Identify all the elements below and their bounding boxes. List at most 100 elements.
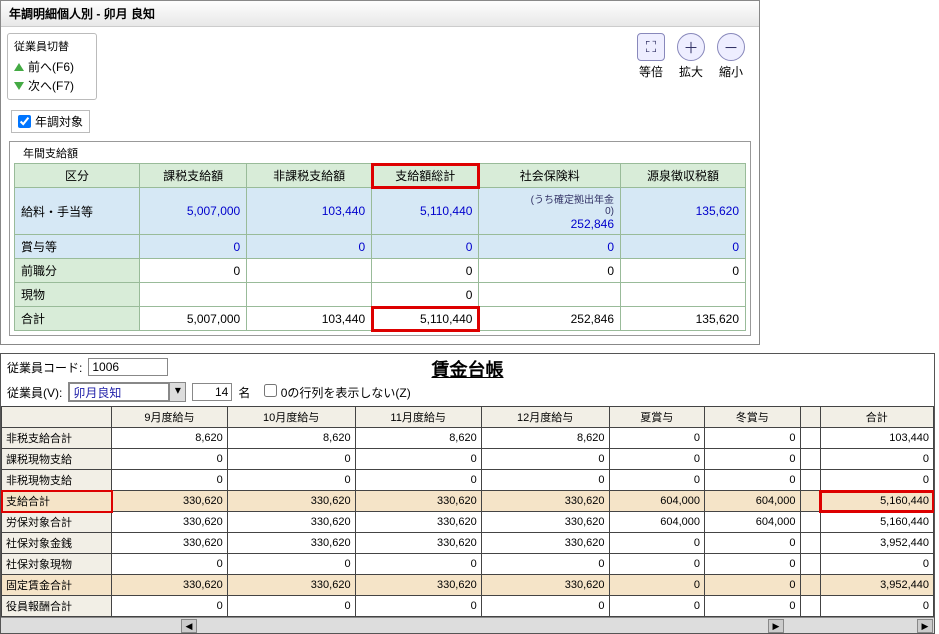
cell: 330,620: [227, 575, 355, 596]
col-header: 12月度給与: [481, 407, 609, 428]
cell: 0: [355, 449, 481, 470]
cell: [800, 449, 820, 470]
cell: 0: [481, 596, 609, 617]
cell: [800, 533, 820, 554]
cell: 0: [247, 235, 372, 259]
cell: 8,620: [227, 428, 355, 449]
col-header: 区分: [15, 164, 140, 188]
cell: 330,620: [481, 575, 609, 596]
cell: [800, 470, 820, 491]
cell: [621, 283, 746, 307]
cell: 0: [112, 596, 228, 617]
cell: 330,620: [227, 512, 355, 533]
col-header: 源泉徴収税額: [621, 164, 746, 188]
row-label: 支給合計: [2, 491, 112, 512]
col-header: 11月度給与: [355, 407, 481, 428]
next-label: 次へ(F7): [28, 77, 74, 94]
cell: 0: [609, 575, 705, 596]
cell: 0: [227, 596, 355, 617]
cell: [800, 575, 820, 596]
year-adj-checkbox-input[interactable]: [18, 115, 31, 128]
cell: 0: [227, 554, 355, 575]
cell: 0: [227, 449, 355, 470]
cell: 0: [481, 449, 609, 470]
cell: 0: [609, 428, 705, 449]
zoom-toolbar: ⛶ 等倍 ＋ 拡大 － 縮小: [637, 33, 753, 100]
zoom-in-button[interactable]: ＋ 拡大: [677, 33, 705, 100]
col-header: 支給額総計: [372, 164, 479, 188]
fieldset-title: 年間支給額: [20, 145, 81, 161]
row-label: 前職分: [15, 259, 140, 283]
zoom-out-label: 縮小: [717, 63, 745, 80]
employee-switch-box: 従業員切替 前へ(F6) 次へ(F7): [7, 33, 97, 100]
emp-code-label: 従業員コード:: [7, 359, 82, 376]
cell: [247, 259, 372, 283]
prev-employee-button[interactable]: 前へ(F6): [14, 57, 90, 76]
cell: 0: [372, 283, 479, 307]
cell: 0: [355, 554, 481, 575]
emp-code-input[interactable]: [88, 358, 168, 376]
cell: 252,846: [479, 307, 621, 331]
hide-zero-checkbox[interactable]: 0の行列を表示しない(Z): [264, 384, 410, 401]
cell: 0: [609, 470, 705, 491]
cell: 0: [705, 596, 801, 617]
row-label: 課税現物支給: [2, 449, 112, 470]
cell: 330,620: [355, 512, 481, 533]
fit-button[interactable]: ⛶ 等倍: [637, 33, 665, 100]
employee-combo[interactable]: ▾: [68, 382, 186, 402]
row-label: 非税支給合計: [2, 428, 112, 449]
cell: [800, 428, 820, 449]
cell: 8,620: [112, 428, 228, 449]
cell: [800, 491, 820, 512]
cell: 0: [820, 596, 934, 617]
fit-icon: ⛶: [637, 33, 665, 61]
next-employee-button[interactable]: 次へ(F7): [14, 76, 90, 95]
cell: 330,620: [355, 533, 481, 554]
annual-pay-fieldset: 年間支給額 区分課税支給額非課税支給額支給額総計社会保険料源泉徴収税額 給料・手…: [9, 141, 751, 336]
cell: 0: [609, 596, 705, 617]
chevron-down-icon[interactable]: ▾: [169, 383, 185, 401]
col-header: 夏賞与: [609, 407, 705, 428]
cell: 5,007,000: [139, 307, 246, 331]
cell: 0: [621, 235, 746, 259]
cell: 330,620: [355, 575, 481, 596]
corner: [2, 407, 112, 428]
cell: 0: [479, 259, 621, 283]
cell: 330,620: [481, 512, 609, 533]
row-label: 非税現物支給: [2, 470, 112, 491]
cell: 330,620: [481, 491, 609, 512]
cell: 0: [355, 596, 481, 617]
cell: 3,952,440: [820, 533, 934, 554]
cell: 0: [609, 554, 705, 575]
year-adj-checkbox[interactable]: 年調対象: [11, 110, 90, 133]
scroll-right2-icon[interactable]: ▶: [917, 619, 933, 633]
horizontal-scrollbar[interactable]: ◀ ▶ ▶: [1, 617, 934, 633]
col-header: 10月度給与: [227, 407, 355, 428]
ledger-scroll[interactable]: 9月度給与10月度給与11月度給与12月度給与夏賞与冬賞与合計 非税支給合計8,…: [1, 406, 934, 617]
cell: 0: [372, 259, 479, 283]
employee-combo-input[interactable]: [69, 383, 169, 401]
cell: [800, 512, 820, 533]
scroll-right-icon[interactable]: ▶: [768, 619, 784, 633]
hide-zero-checkbox-input[interactable]: [264, 384, 277, 397]
cell: 0: [705, 449, 801, 470]
cell: [800, 554, 820, 575]
row-label: 現物: [15, 283, 140, 307]
row-label: 合計: [15, 307, 140, 331]
count-input[interactable]: [192, 383, 232, 401]
cell: 0: [705, 470, 801, 491]
cell: 0: [112, 554, 228, 575]
prev-label: 前へ(F6): [28, 58, 74, 75]
cell: 8,620: [355, 428, 481, 449]
col-header: 社会保険料: [479, 164, 621, 188]
cell: 0: [227, 470, 355, 491]
zoom-out-button[interactable]: － 縮小: [717, 33, 745, 100]
cell: 604,000: [609, 512, 705, 533]
cell: 5,007,000: [139, 188, 246, 235]
cell: 330,620: [227, 533, 355, 554]
row-label: 社保対象金銭: [2, 533, 112, 554]
cell: [247, 283, 372, 307]
scroll-left-icon[interactable]: ◀: [181, 619, 197, 633]
cell: 330,620: [355, 491, 481, 512]
cell: 0: [609, 533, 705, 554]
